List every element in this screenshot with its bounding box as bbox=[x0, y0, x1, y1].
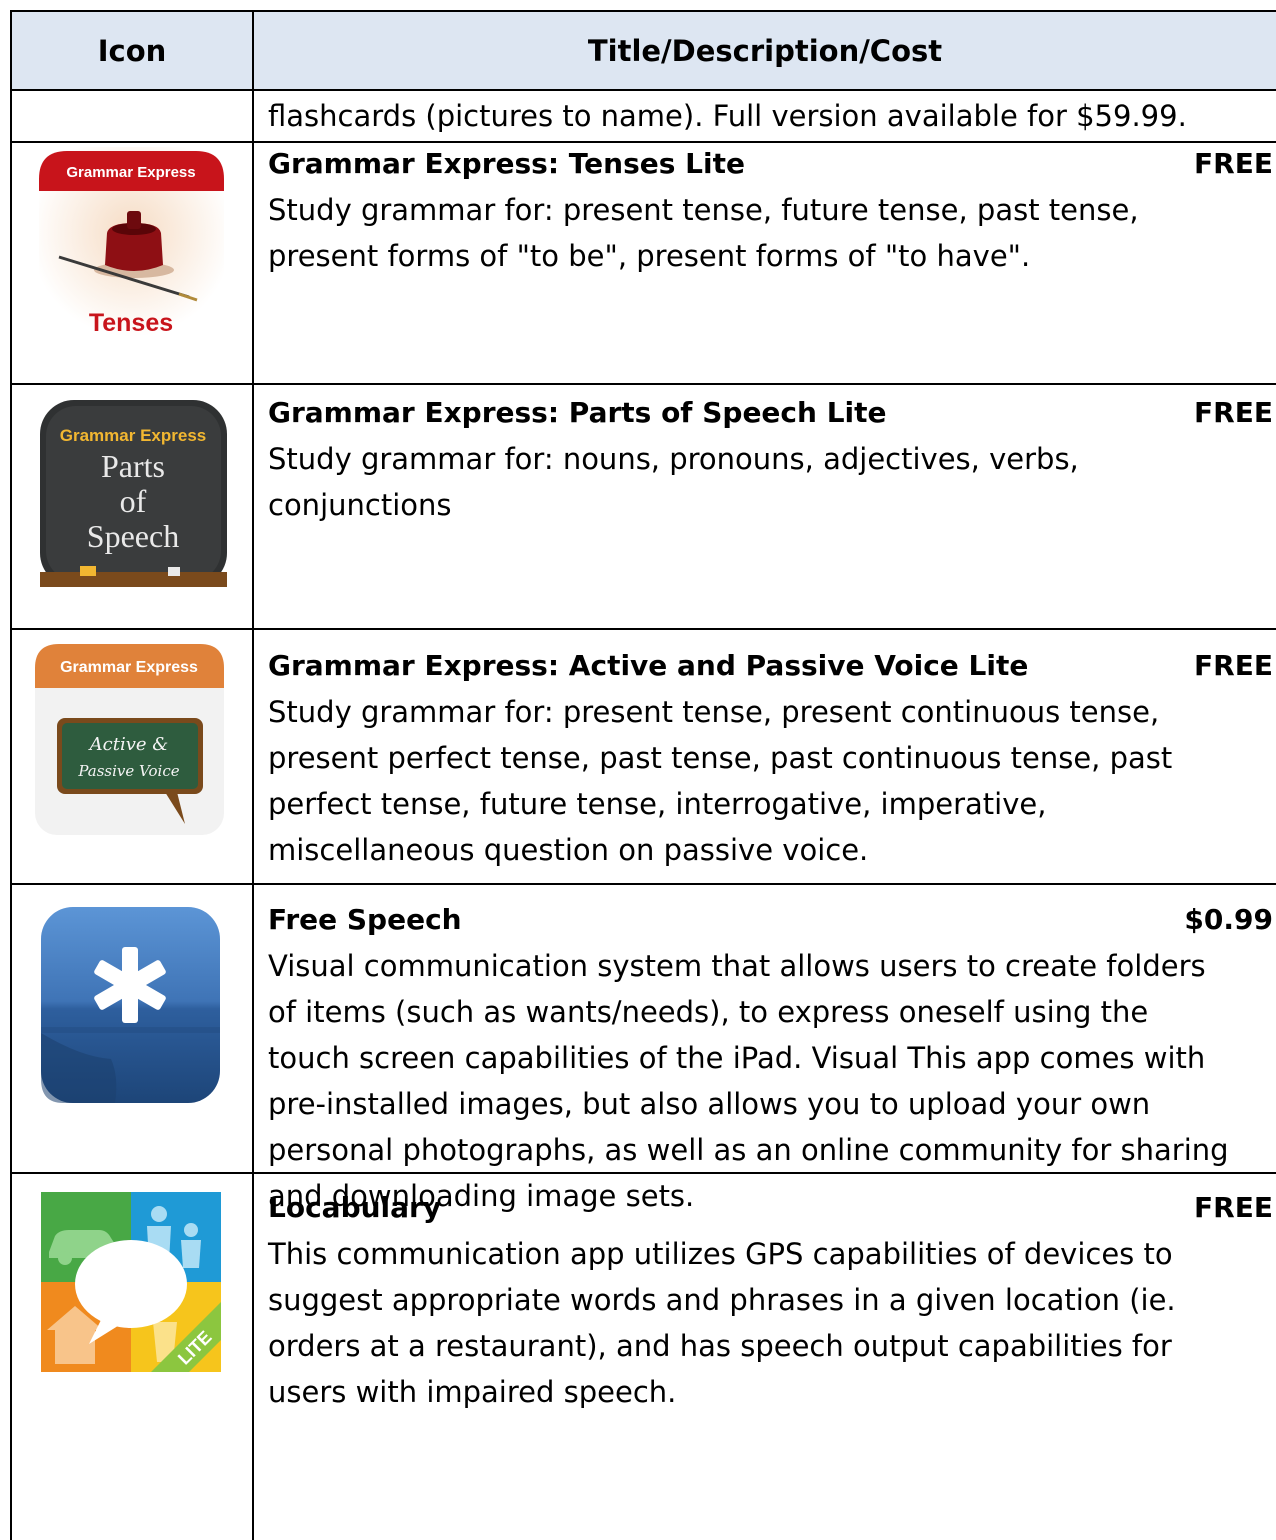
app-title-row: Free Speech $0.99 bbox=[268, 897, 1276, 943]
pos-line2-text: of bbox=[120, 483, 147, 519]
app-title-row: Grammar Express: Active and Passive Voic… bbox=[268, 643, 1276, 689]
description-line: pre-installed images, but also allows yo… bbox=[268, 1087, 1151, 1121]
description-line: present forms of "to be", present forms … bbox=[268, 239, 1031, 273]
app-row-free-speech: Free Speech $0.99 Visual communication s… bbox=[268, 897, 1276, 1219]
app-title: Grammar Express: Active and Passive Voic… bbox=[268, 649, 1029, 682]
continuation-text: flashcards (pictures to name). Full vers… bbox=[268, 99, 1187, 133]
description-line: present perfect tense, past tense, past … bbox=[268, 741, 1173, 775]
app-cost: $0.99 bbox=[1184, 903, 1273, 936]
app-cost: FREE bbox=[1194, 147, 1273, 180]
app-cost: FREE bbox=[1194, 396, 1273, 429]
active-banner-text: Grammar Express bbox=[60, 659, 198, 676]
description-line: Study grammar for: nouns, pronouns, adje… bbox=[268, 442, 1079, 476]
apps-table: Icon Title/Description/Cost flashcards (… bbox=[10, 10, 1276, 1540]
description-line: personal photographs, as well as an onli… bbox=[268, 1133, 1229, 1167]
header-title-description-cost: Title/Description/Cost bbox=[254, 12, 1276, 89]
column-divider bbox=[252, 10, 254, 1540]
locabulary-lite-icon: LITE bbox=[41, 1192, 221, 1372]
active-line2-text: Passive Voice bbox=[77, 762, 179, 780]
table-border-left bbox=[10, 10, 12, 1540]
description-line: suggest appropriate words and phrases in… bbox=[268, 1283, 1176, 1317]
description-line: This communication app utilizes GPS capa… bbox=[268, 1237, 1173, 1271]
tenses-label-text: Tenses bbox=[89, 309, 173, 337]
description-line: Study grammar for: present tense, presen… bbox=[268, 695, 1160, 729]
app-title: Free Speech bbox=[268, 903, 462, 936]
description-line: miscellaneous question on passive voice. bbox=[268, 833, 869, 867]
grammar-express-active-passive-voice-icon: Grammar Express Active & Passive Voice bbox=[35, 644, 224, 835]
pos-line1-text: Parts bbox=[101, 448, 165, 484]
app-row-locabulary: Locabulary FREE This communication app u… bbox=[268, 1185, 1276, 1415]
app-title-row: Grammar Express: Parts of Speech Lite FR… bbox=[268, 390, 1276, 436]
pos-line3-text: Speech bbox=[87, 518, 179, 554]
description-line: Visual communication system that allows … bbox=[268, 949, 1206, 983]
description-line: touch screen capabilities of the iPad. V… bbox=[268, 1041, 1206, 1075]
app-row-parts-of-speech: Grammar Express: Parts of Speech Lite FR… bbox=[268, 390, 1276, 528]
tenses-banner-text: Grammar Express bbox=[66, 164, 195, 181]
app-cost: FREE bbox=[1194, 649, 1273, 682]
row-divider bbox=[10, 883, 1276, 885]
grammar-express-parts-of-speech-icon: Grammar Express Parts of Speech bbox=[40, 400, 227, 587]
header-icon: Icon bbox=[12, 12, 252, 89]
pos-banner-text: Grammar Express bbox=[60, 426, 206, 445]
app-title: Grammar Express: Parts of Speech Lite bbox=[268, 396, 887, 429]
description-line: Study grammar for: present tense, future… bbox=[268, 193, 1139, 227]
app-cost: FREE bbox=[1194, 1191, 1273, 1224]
free-speech-asterisk-bubble-icon bbox=[41, 907, 220, 1103]
app-title-row: Locabulary FREE bbox=[268, 1185, 1276, 1231]
row-divider bbox=[10, 89, 1276, 91]
app-title: Grammar Express: Tenses Lite bbox=[268, 147, 745, 180]
app-title-row: Grammar Express: Tenses Lite FREE bbox=[268, 141, 1276, 187]
active-line1-text: Active & bbox=[88, 734, 169, 755]
app-row-tenses: Grammar Express: Tenses Lite FREE Study … bbox=[268, 141, 1276, 279]
grammar-express-tenses-icon: Grammar Express Tenses bbox=[39, 147, 224, 337]
description-line: conjunctions bbox=[268, 488, 452, 522]
app-title: Locabulary bbox=[268, 1191, 442, 1224]
description-line: of items (such as wants/needs), to expre… bbox=[268, 995, 1149, 1029]
row-divider bbox=[10, 383, 1276, 385]
app-row-active-passive-voice: Grammar Express: Active and Passive Voic… bbox=[268, 643, 1276, 873]
row-divider bbox=[10, 628, 1276, 630]
description-line: orders at a restaurant), and has speech … bbox=[268, 1329, 1172, 1363]
description-line: users with impaired speech. bbox=[268, 1375, 677, 1409]
description-line: perfect tense, future tense, interrogati… bbox=[268, 787, 1047, 821]
